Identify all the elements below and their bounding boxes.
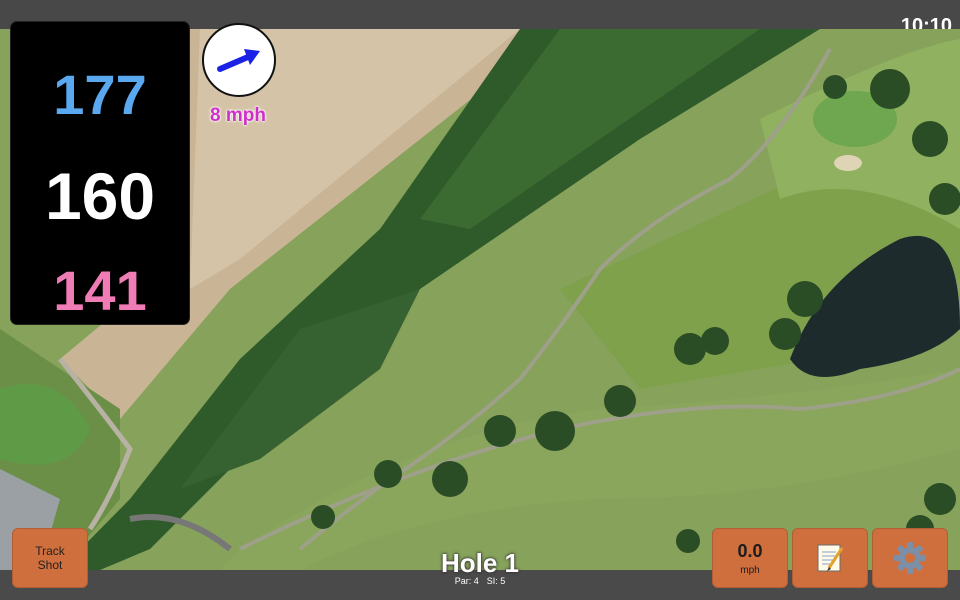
- hole-meta: Par: 4 SI: 5: [380, 576, 580, 586]
- stroke-index-label: SI: 5: [486, 576, 506, 586]
- wind-compass: [202, 23, 276, 97]
- track-shot-button[interactable]: Track Shot: [12, 528, 88, 588]
- speed-button[interactable]: 0.0 mph: [712, 528, 788, 588]
- notepad-icon: [817, 544, 844, 572]
- notes-button[interactable]: [792, 528, 868, 588]
- hole-title: Hole 1: [440, 548, 520, 578]
- center-distance: 160: [44, 159, 156, 233]
- settings-button[interactable]: [872, 528, 948, 588]
- par-label: Par: 4: [454, 576, 479, 586]
- back-distance: 177: [53, 63, 147, 126]
- speed-unit: mph: [740, 564, 760, 576]
- track-shot-label: Track Shot: [35, 544, 65, 572]
- front-distance: 141: [53, 259, 147, 322]
- speed-value: 0.0: [737, 540, 763, 561]
- wind-speed: 8 mph: [210, 105, 266, 126]
- wind-direction-arrow-icon: [217, 49, 260, 72]
- gear-icon: [894, 542, 926, 574]
- hole-info: Hole 1 Par: 4 SI: 5: [380, 548, 580, 586]
- distance-panel: 177 160 141: [11, 22, 189, 324]
